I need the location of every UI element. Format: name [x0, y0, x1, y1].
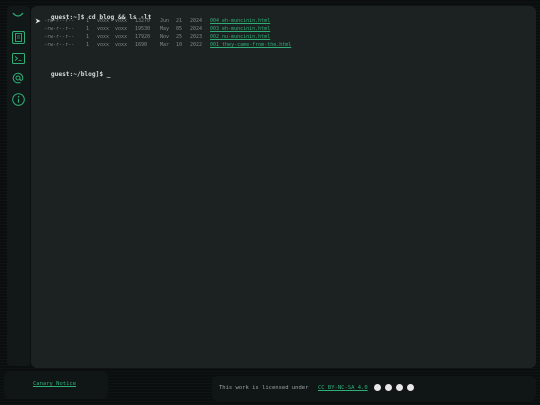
file-owner: voxx	[97, 26, 110, 32]
file-owner: voxx	[97, 18, 110, 24]
file-size: 17920	[135, 34, 151, 40]
file-day: 10	[176, 42, 183, 48]
sa-sharealike-icon	[407, 384, 414, 391]
file-size: 1690	[135, 42, 148, 48]
file-owner: voxx	[97, 34, 110, 40]
nav-terminal-button[interactable]	[11, 51, 25, 65]
terminal-window[interactable]: guest:~]$ cd blog && ls -lt -rw-r--r-- 1 v…	[31, 6, 536, 368]
file-day: 25	[176, 34, 183, 40]
file-year: 2023	[190, 34, 203, 40]
nav-contact-button[interactable]	[11, 71, 25, 85]
file-perms: -rw-r--r--	[44, 34, 75, 40]
file-month: May	[160, 26, 170, 32]
file-links: 1	[86, 34, 90, 40]
canary-panel: Canary Notice	[4, 371, 108, 399]
sidebar	[7, 6, 30, 366]
file-year: 2022	[190, 42, 203, 48]
file-link[interactable]: 003_eh-muncinin.html	[210, 26, 270, 32]
file-links: 1	[86, 18, 90, 24]
mouse-pointer-icon	[35, 18, 41, 24]
file-size: 13270	[135, 18, 151, 24]
file-link[interactable]: 002_nu-muncinin.html	[210, 34, 270, 40]
file-size: 19530	[135, 26, 151, 32]
file-month: Jun	[160, 18, 170, 24]
file-owner: voxx	[97, 42, 110, 48]
file-day: 05	[176, 26, 183, 32]
file-link[interactable]: 004_eh-muncinin.html	[210, 18, 270, 24]
nav-info-button[interactable]	[11, 92, 25, 106]
file-year: 2024	[190, 26, 203, 32]
license-panel: This work is licensed under CC BY-NC-SA …	[212, 376, 536, 401]
file-year: 2024	[190, 18, 203, 24]
current-prompt-line: guest:~/blog]$ _	[36, 63, 111, 87]
info-icon	[11, 92, 25, 106]
cc-icon	[374, 384, 381, 391]
file-link[interactable]: 001_they-came-from-the.html	[210, 42, 291, 48]
by-attribution-icon	[385, 384, 392, 391]
file-perms: -rw-r--r--	[44, 18, 75, 24]
nav-blog-button[interactable]	[11, 30, 25, 44]
current-prompt: guest:~/blog]$	[50, 71, 104, 78]
file-perms: -rw-r--r--	[44, 42, 75, 48]
file-month: Nov	[160, 34, 170, 40]
file-group: voxx	[115, 34, 128, 40]
file-day: 21	[176, 18, 183, 24]
license-text: This work is licensed under	[219, 385, 309, 391]
file-perms: -rw-r--r--	[44, 26, 75, 32]
file-month: Mar	[160, 42, 170, 48]
at-contact-icon	[12, 72, 24, 84]
license-link[interactable]: CC BY-NC-SA 4.0	[318, 385, 368, 391]
blog-page-icon	[11, 30, 25, 44]
canary-notice-link[interactable]: Canary Notice	[33, 381, 76, 387]
file-group: voxx	[115, 18, 128, 24]
file-links: 1	[86, 26, 90, 32]
cursor: _	[106, 71, 111, 78]
terminal-icon	[11, 52, 25, 64]
logo-icon	[12, 12, 24, 17]
file-links: 1	[86, 42, 90, 48]
file-group: voxx	[115, 42, 128, 48]
nc-noncommercial-icon	[396, 384, 403, 391]
file-group: voxx	[115, 26, 128, 32]
